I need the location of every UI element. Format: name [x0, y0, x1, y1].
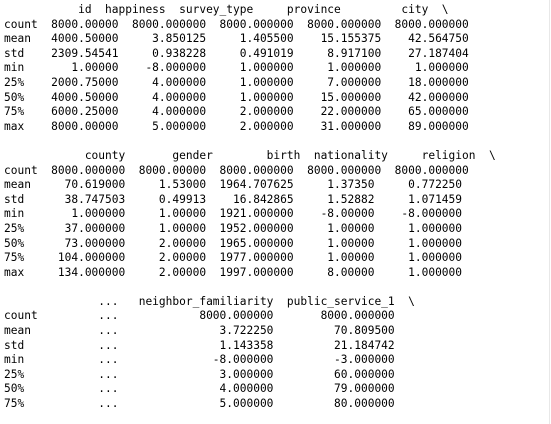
describe-output-text: id happiness survey_type province city \… [4, 3, 496, 411]
scroll-edge [549, 0, 550, 424]
notebook-output-area: id happiness survey_type province city \… [0, 0, 551, 424]
